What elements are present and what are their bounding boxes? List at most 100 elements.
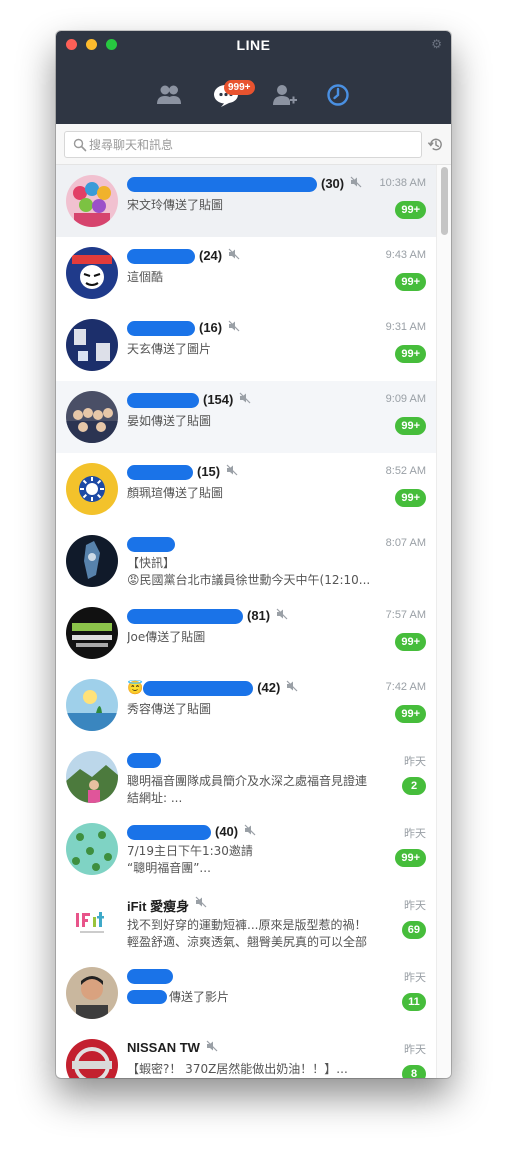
redaction-mark bbox=[127, 753, 161, 768]
group-avatar bbox=[66, 319, 118, 371]
redaction-mark bbox=[143, 681, 254, 696]
mute-icon bbox=[239, 392, 251, 404]
chat-preview: 傳送了影片 bbox=[169, 990, 230, 1004]
chat-item[interactable]: NISSAN TW 昨天 【蝦密?！ 370Z居然能做出奶油！！】... 8 bbox=[56, 1029, 436, 1078]
unread-badge: 99+ bbox=[395, 345, 426, 363]
chat-preview: 找不到好穿的運動短褲...原來是版型惹的禍！輕盈舒適、涼爽透氣、翹臀美尻真的可以… bbox=[127, 918, 368, 949]
unread-badge: 69 bbox=[401, 921, 426, 939]
chat-time: 昨天 bbox=[404, 900, 426, 912]
chat-time: 昨天 bbox=[404, 1044, 426, 1056]
chat-item[interactable]: (40) 昨天 7/19主日下午1:30邀請 “聰明福音團”... 99+ bbox=[56, 813, 436, 885]
chat-preview: 【快訊】 bbox=[127, 556, 176, 570]
mute-icon bbox=[206, 1040, 218, 1052]
chat-item[interactable]: (81) 7:57 AM Joe傳送了貼圖 99+ bbox=[56, 597, 436, 669]
chat-name: 😇 bbox=[127, 680, 144, 695]
mute-icon bbox=[226, 464, 238, 476]
chat-preview: Joe傳送了貼圖 bbox=[127, 630, 206, 644]
line-window: LINE ⚙ 999+ 搜尋聊天和訊息 (30) 10:38 AM 宋文玲傳送了… bbox=[56, 31, 451, 1078]
search-icon bbox=[73, 138, 87, 152]
chat-time: 昨天 bbox=[404, 972, 426, 984]
chat-preview: 晏如傳送了貼圖 bbox=[127, 414, 212, 428]
redaction-mark bbox=[127, 177, 317, 192]
contact-avatar bbox=[66, 967, 118, 1019]
unread-badge: 99+ bbox=[395, 705, 426, 723]
chat-item[interactable]: (15) 8:52 AM 顏珮瑄傳送了貼圖 99+ bbox=[56, 453, 436, 525]
search-box[interactable] bbox=[64, 131, 422, 158]
chats-unread-badge: 999+ bbox=[224, 80, 255, 95]
chat-item[interactable]: 8:07 AM 【快訊】 😡民國黨台北市議員徐世勳今天中午(12:10... bbox=[56, 525, 436, 597]
unread-badge: 99+ bbox=[395, 489, 426, 507]
search-bar bbox=[56, 124, 451, 165]
chat-name: iFit 愛瘦身 bbox=[127, 899, 190, 914]
timeline-tab-icon[interactable] bbox=[324, 81, 352, 109]
chat-item[interactable]: (30) 10:38 AM 宋文玲傳送了貼圖 99+ bbox=[56, 165, 436, 237]
member-count: (24) bbox=[199, 248, 223, 263]
redaction-mark bbox=[127, 990, 167, 1004]
chat-preview-line2: 😡民國黨台北市議員徐世勳今天中午(12:10... bbox=[127, 573, 371, 587]
mute-icon bbox=[228, 248, 240, 260]
chat-time: 7:42 AM bbox=[385, 681, 426, 693]
redaction-mark bbox=[127, 825, 211, 840]
member-count: (42) bbox=[257, 680, 281, 695]
chat-item[interactable]: 😇 (42) 7:42 AM 秀容傳送了貼圖 99+ bbox=[56, 669, 436, 741]
chat-list: (30) 10:38 AM 宋文玲傳送了貼圖 99+ (24) 9:43 AM bbox=[56, 165, 436, 1078]
ifit-avatar bbox=[66, 895, 118, 947]
member-count: (81) bbox=[247, 608, 271, 623]
group-avatar bbox=[66, 247, 118, 299]
chat-time: 9:43 AM bbox=[385, 249, 426, 261]
member-count: (16) bbox=[199, 320, 223, 335]
chat-time: 7:57 AM bbox=[385, 609, 426, 621]
group-avatar bbox=[66, 751, 118, 803]
group-avatar bbox=[66, 823, 118, 875]
mute-icon bbox=[276, 608, 288, 620]
group-avatar bbox=[66, 463, 118, 515]
nissan-avatar bbox=[66, 1039, 118, 1078]
chat-preview: 7/19主日下午1:30邀請 bbox=[127, 844, 253, 858]
group-avatar bbox=[66, 391, 118, 443]
search-input[interactable] bbox=[89, 136, 409, 154]
chat-time: 8:52 AM bbox=[385, 465, 426, 477]
settings-gear-icon[interactable]: ⚙ bbox=[431, 37, 442, 51]
unread-badge: 99+ bbox=[395, 849, 426, 867]
mute-icon bbox=[244, 824, 256, 836]
mute-icon bbox=[195, 896, 207, 908]
history-icon[interactable] bbox=[427, 136, 444, 153]
group-avatar bbox=[66, 175, 118, 227]
mute-icon bbox=[350, 176, 362, 188]
unread-badge: 99+ bbox=[395, 201, 426, 219]
chat-time: 10:38 AM bbox=[379, 177, 426, 189]
chat-item[interactable]: (16) 9:31 AM 天玄傳送了圖片 99+ bbox=[56, 309, 436, 381]
redaction-mark bbox=[127, 969, 173, 984]
chat-preview: 這個酷 bbox=[127, 270, 164, 284]
chat-name: NISSAN TW bbox=[127, 1040, 200, 1055]
chat-item[interactable]: 昨天 傳送了影片 11 bbox=[56, 957, 436, 1029]
chat-time: 9:09 AM bbox=[385, 393, 426, 405]
redaction-mark bbox=[127, 465, 193, 480]
chat-item[interactable]: 昨天 聰明福音團隊成員簡介及水深之處福音見證連結網址: ... 2 bbox=[56, 741, 436, 813]
unread-badge: 99+ bbox=[395, 417, 426, 435]
redaction-mark bbox=[127, 393, 199, 408]
chat-item[interactable]: (154) 9:09 AM 晏如傳送了貼圖 99+ bbox=[56, 381, 436, 453]
chat-item[interactable]: (24) 9:43 AM 這個酷 99+ bbox=[56, 237, 436, 309]
member-count: (40) bbox=[215, 824, 239, 839]
group-avatar bbox=[66, 679, 118, 731]
add-friend-tab-icon[interactable] bbox=[270, 81, 298, 109]
chat-preview: 秀容傳送了貼圖 bbox=[127, 702, 212, 716]
chat-time: 8:07 AM bbox=[385, 537, 426, 549]
redaction-mark bbox=[127, 321, 195, 336]
friends-tab-icon[interactable] bbox=[155, 81, 183, 109]
redaction-mark bbox=[127, 249, 195, 264]
mute-icon bbox=[228, 320, 240, 332]
chat-preview: 聰明福音團隊成員簡介及水深之處福音見證連結網址: ... bbox=[127, 774, 368, 805]
scrollbar-thumb[interactable] bbox=[441, 167, 448, 235]
chat-preview-line2: “聰明福音團”... bbox=[127, 861, 211, 875]
member-count: (154) bbox=[203, 392, 234, 407]
unread-badge: 99+ bbox=[395, 273, 426, 291]
unread-badge: 11 bbox=[402, 993, 426, 1011]
redaction-mark bbox=[127, 609, 243, 624]
chat-preview: 顏珮瑄傳送了貼圖 bbox=[127, 486, 224, 500]
chat-time: 昨天 bbox=[404, 756, 426, 768]
chat-item[interactable]: iFit 愛瘦身 昨天 找不到好穿的運動短褲...原來是版型惹的禍！輕盈舒適、涼… bbox=[56, 885, 436, 957]
scrollbar[interactable] bbox=[436, 165, 451, 1078]
unread-badge: 8 bbox=[402, 1065, 426, 1078]
